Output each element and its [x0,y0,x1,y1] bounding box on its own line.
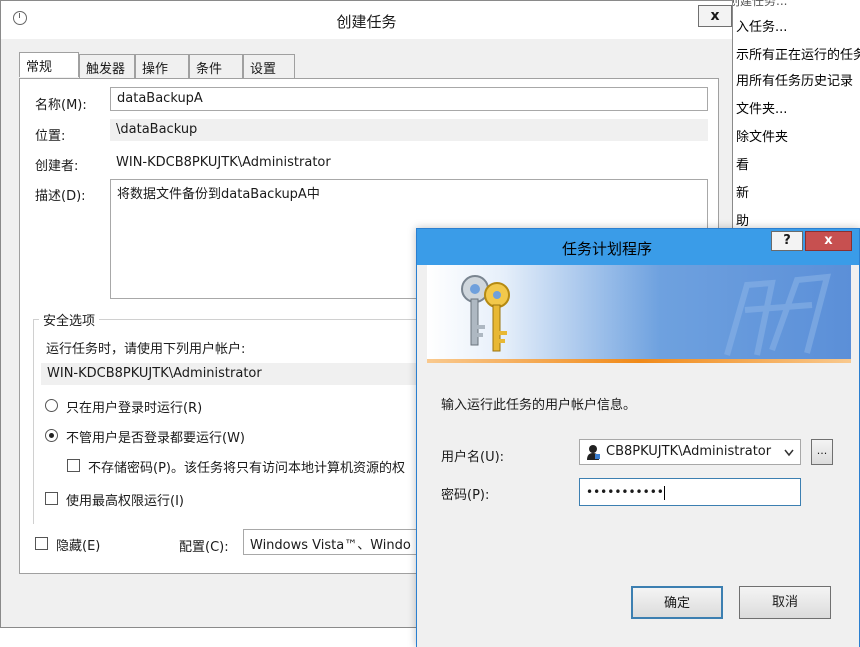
run-whether-logged-on-radio[interactable] [45,429,58,442]
security-options-title: 安全选项 [39,310,100,329]
task-scheduler-dialog: 任务计划程序 ? x 输入运行此任务的用户帐户信息。 用户名(U): CB8PK… [416,228,860,647]
text-cursor [663,485,665,500]
location-label: 位置: [35,129,66,144]
dialog-close-button[interactable]: x [805,231,852,251]
password-value: ••••••••••• [586,485,664,499]
hidden-label: 隐藏(E) [56,539,101,554]
action-delete-folder[interactable]: 除文件夹 [736,126,788,145]
highest-privileges-checkbox[interactable] [45,492,58,505]
author-label: 创建者: [35,159,79,174]
location-value: \dataBackup [110,119,708,141]
tab-general[interactable]: 常规 [19,52,79,77]
action-new-folder[interactable]: 文件夹... [736,98,787,117]
username-label: 用户名(U): [441,450,505,465]
action-show-running-tasks[interactable]: 示所有正在运行的任务 [736,44,860,63]
run-as-label: 运行任务时，请使用下列用户帐户: [46,342,246,357]
tab-actions[interactable]: 操作 [135,54,189,78]
tab-triggers[interactable]: 触发器 [79,54,135,78]
create-task-titlebar[interactable]: 创建任务 x [1,1,732,39]
name-label: 名称(M): [35,98,87,113]
dialog-prompt: 输入运行此任务的用户帐户信息。 [441,398,637,413]
tab-conditions[interactable]: 条件 [189,54,243,78]
configure-combo[interactable]: Windows Vista™、Windo [243,529,433,555]
run-only-logged-on-label: 只在用户登录时运行(R) [66,401,203,416]
cancel-button[interactable]: 取消 [739,586,831,619]
do-not-store-password-label: 不存储密码(P)。该任务将只有访问本地计算机资源的权 [88,461,405,476]
keys-icon [461,275,510,352]
close-button[interactable]: x [698,5,732,27]
highest-privileges-label: 使用最高权限运行(I) [66,494,184,509]
username-combo[interactable]: CB8PKUJTK\Administrator [579,439,801,465]
action-import-task[interactable]: 入任务... [736,16,787,35]
description-text: 将数据文件备份到dataBackupA中 [117,187,320,202]
dialog-title: 任务计划程序 [561,240,652,258]
author-value: WIN-KDCB8PKUJTK\Administrator [116,155,331,170]
user-icon [587,445,600,460]
action-refresh[interactable]: 新 [736,182,749,201]
dialog-body: 输入运行此任务的用户帐户信息。 用户名(U): CB8PKUJTK\Admini… [417,363,859,647]
name-field[interactable]: dataBackupA [110,87,708,111]
run-whether-logged-on-label: 不管用户是否登录都要运行(W) [66,431,245,446]
chevron-down-icon[interactable] [784,449,794,457]
tab-settings[interactable]: 设置 [243,54,295,78]
action-help[interactable]: 助 [736,210,749,229]
run-as-account: WIN-KDCB8PKUJTK\Administrator [41,363,421,385]
dialog-titlebar[interactable]: 任务计划程序 ? x [417,229,859,265]
browse-button[interactable]: ... [811,439,833,465]
help-button[interactable]: ? [771,231,803,251]
run-only-logged-on-radio[interactable] [45,399,58,412]
action-enable-history[interactable]: 用所有任务历史记录 [736,70,853,89]
action-view[interactable]: 看 [736,154,749,173]
password-label: 密码(P): [441,488,490,503]
ok-button[interactable]: 确定 [631,586,723,619]
description-label: 描述(D): [35,189,86,204]
create-task-title: 创建任务 [336,13,397,31]
actions-panel-top-item[interactable]: 创建任务... [728,0,787,9]
password-field[interactable]: ••••••••••• [579,478,801,506]
do-not-store-password-checkbox[interactable] [67,459,80,472]
username-value: CB8PKUJTK\Administrator [606,444,772,459]
dialog-banner [427,265,851,361]
hidden-checkbox[interactable] [35,537,48,550]
configure-label: 配置(C): [179,540,229,555]
